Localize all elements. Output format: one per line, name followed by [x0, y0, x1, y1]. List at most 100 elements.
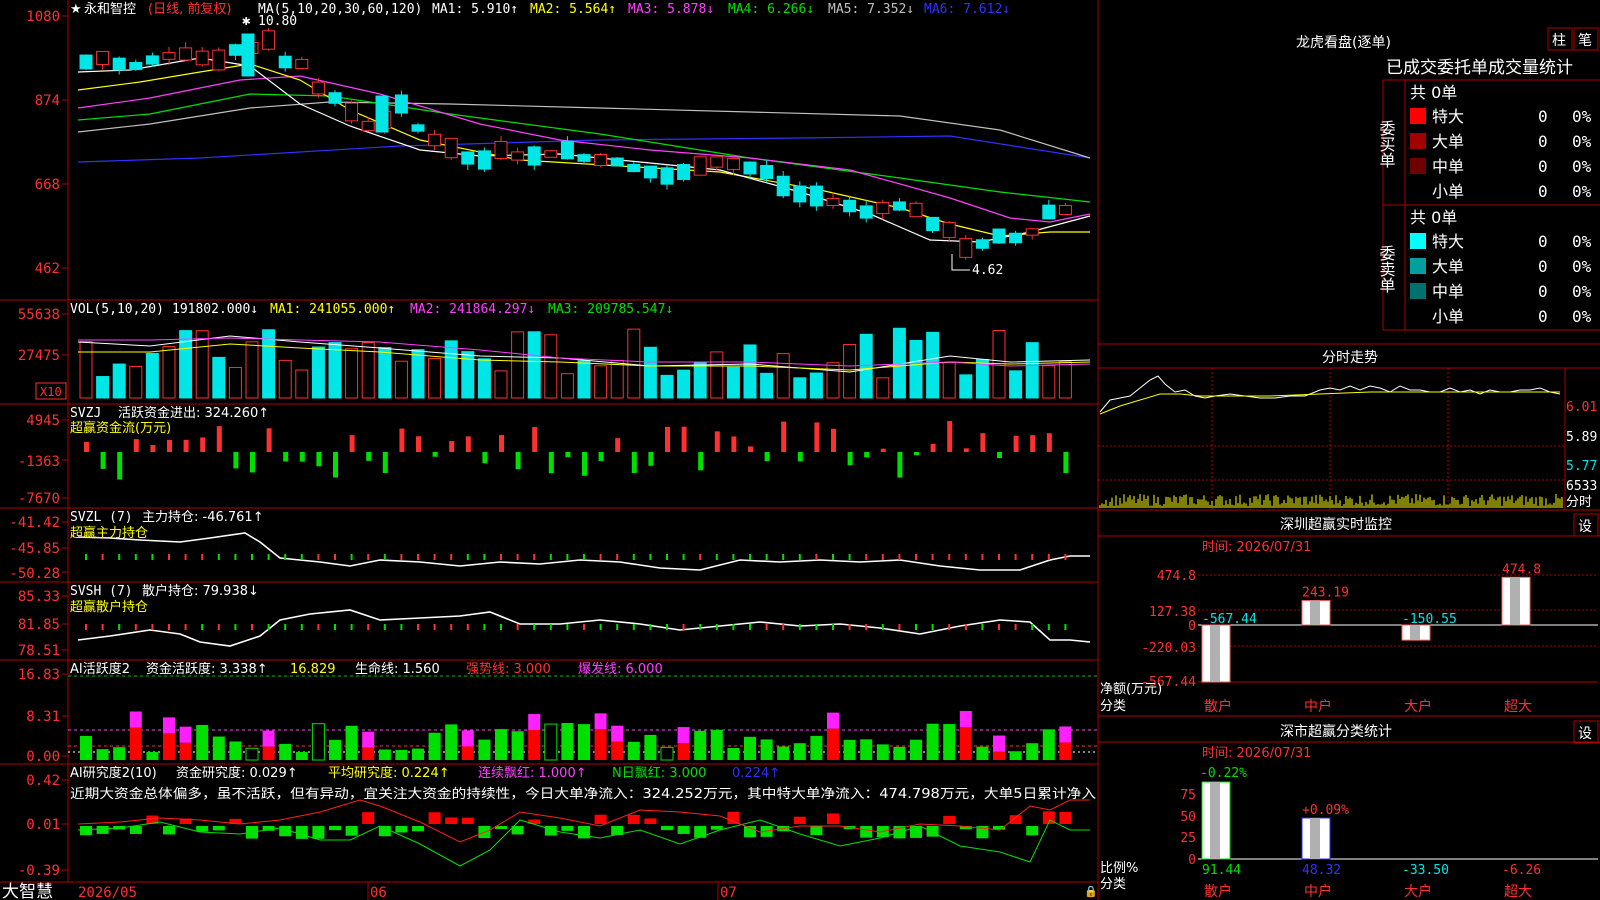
svzj-bar	[781, 421, 787, 452]
svzj-bar	[515, 452, 521, 470]
ai-research-bar	[428, 812, 441, 824]
panel-frames	[0, 0, 1600, 900]
price-header: ★ 永和智控 (日线, 前复权) MA(5,10,20,30,60,120) M…	[70, 1, 1010, 17]
ai-research-bar	[910, 826, 922, 838]
svzj-panel[interactable]	[84, 421, 1069, 480]
svzl-panel[interactable]	[77, 532, 1090, 571]
candle-body	[241, 33, 255, 77]
ai-research-bar	[461, 817, 474, 824]
ai-active-bar	[843, 739, 856, 760]
sz-monitor-categories: 散户 中户 大户 超大	[1204, 698, 1532, 715]
bar-stripe	[1410, 625, 1420, 641]
svzj-bar	[432, 452, 438, 457]
row-label: 大单	[1432, 257, 1464, 276]
svzj-bar	[117, 452, 123, 480]
svg-text:55638: 55638	[18, 307, 60, 323]
ai-active-bar	[378, 749, 391, 760]
ai-research-bar	[926, 826, 939, 837]
candle-body	[793, 185, 807, 203]
candle-body	[544, 150, 558, 158]
ai-research-bar	[561, 826, 574, 831]
volume-bar	[876, 377, 890, 399]
candle-body	[411, 124, 425, 132]
chart-mode: (日线, 前复权)	[148, 1, 231, 17]
svzj-bar	[548, 452, 554, 474]
low-marker-label: 4.62	[972, 263, 1003, 278]
svg-text:散户持仓: 79.938↓: 散户持仓: 79.938↓	[142, 583, 259, 599]
ai-active-bar	[412, 748, 424, 760]
svg-text:-1363: -1363	[18, 454, 60, 470]
svg-text:超赢资金流(万元): 超赢资金流(万元)	[70, 420, 171, 436]
ai-research-panel[interactable]	[77, 799, 1090, 867]
svzj-bar	[482, 452, 488, 464]
ai-active-bar	[1026, 743, 1039, 760]
intraday-panel[interactable]: 分时走势 6.01 5.89 5.77 6533 分时	[1098, 350, 1600, 510]
ai-active-bar	[827, 728, 839, 760]
volume-bar	[96, 376, 110, 399]
ai-active-bar	[113, 747, 126, 760]
candle-body	[375, 95, 389, 133]
svg-text:设[interactable]: 设	[1578, 726, 1592, 742]
svg-text:91.44: 91.44	[1202, 863, 1241, 878]
ai-active-bar-top	[1059, 726, 1072, 743]
ai-active-bar	[311, 723, 325, 761]
date-label-3: 07	[720, 885, 737, 900]
candle-body	[1042, 204, 1056, 220]
volume-bar	[228, 366, 242, 399]
ai-active-bar	[578, 724, 590, 760]
svg-text:柱[interactable]: 柱	[1552, 33, 1566, 49]
ai-active-panel[interactable]	[68, 675, 1098, 761]
ai-research-bar	[378, 826, 391, 837]
row-pct: 0%	[1572, 157, 1592, 176]
ai-active-bar	[445, 724, 458, 760]
candle-body	[909, 202, 923, 218]
row-count: 0	[1538, 282, 1548, 301]
volume-bar	[527, 331, 541, 399]
candle-body	[79, 54, 93, 70]
svzj-bar	[316, 452, 322, 467]
svzj-bar	[532, 426, 538, 452]
volume-bar	[428, 357, 442, 399]
svzj-bar	[200, 437, 206, 452]
svg-text:设[interactable]: 设	[1578, 519, 1592, 535]
ai-active-bar	[893, 746, 906, 760]
svg-text:笔[interactable]: 笔	[1578, 33, 1592, 49]
row-swatch	[1410, 158, 1426, 174]
svg-text:127.38: 127.38	[1149, 605, 1196, 620]
ai-research-bar	[212, 826, 225, 831]
svg-text:1080: 1080	[26, 9, 60, 25]
svg-text:SVZL (7): SVZL (7)	[70, 510, 133, 525]
row-swatch	[1410, 283, 1426, 299]
sz-class-bottom-values: 91.44 48.32 -33.50 -6.26	[1202, 863, 1541, 878]
longhu-header: 已成交委托单成交量统计	[1386, 58, 1573, 78]
ai-active-bar	[959, 727, 972, 760]
ai-active-bar	[594, 729, 607, 760]
bottom-bar: 大智慧 2026/05 06 07 🔒	[2, 882, 1098, 900]
svzl-header: SVZL (7) 主力持仓: -46.761↑ 超赢主力持仓	[70, 510, 264, 541]
ai-research-bar	[827, 813, 839, 824]
volume-bar	[195, 330, 209, 399]
candle-body	[494, 140, 508, 160]
row-swatch	[1410, 308, 1426, 324]
ai-research-y-axis: 0.42 0.01 -0.39	[18, 773, 60, 879]
row-label: 小单	[1432, 182, 1464, 201]
ai-active-bar	[677, 743, 690, 760]
volume-bar	[1025, 342, 1039, 399]
svg-text:-220.03: -220.03	[1141, 641, 1196, 656]
ai-active-bar	[295, 751, 308, 760]
row-label: 小单	[1432, 307, 1464, 326]
ai-active-bar	[860, 739, 873, 760]
svg-text:散户: 散户	[1204, 883, 1232, 900]
svg-text:78.51: 78.51	[18, 643, 60, 659]
date-label-1: 2026/05	[78, 885, 137, 900]
volume-panel[interactable]	[77, 327, 1091, 399]
svg-text:大户: 大户	[1404, 698, 1432, 715]
intraday-y-axis: 6.01 5.89 5.77 6533 分时	[1566, 400, 1597, 510]
svzj-bar	[764, 452, 770, 462]
price-panel[interactable]: ✱ 10.80 4.62	[77, 13, 1091, 278]
ai-active-bar	[744, 736, 756, 760]
ma1-line	[77, 57, 1091, 243]
svzj-bar	[714, 431, 720, 452]
svsh-panel[interactable]	[77, 609, 1091, 647]
ai-active-bar	[760, 739, 773, 760]
